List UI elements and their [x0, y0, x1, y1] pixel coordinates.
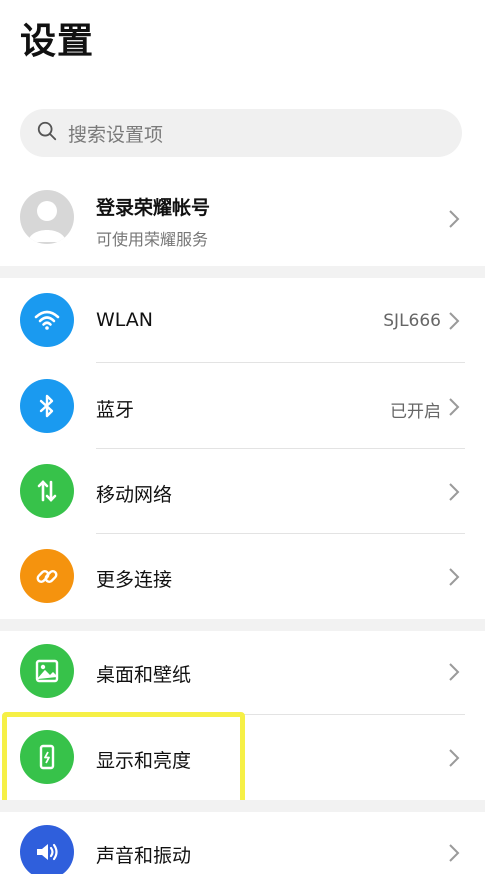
chevron-right-icon	[447, 396, 461, 418]
chevron-right-icon	[447, 481, 461, 503]
mobile-data-icon	[20, 464, 74, 518]
item-label: 更多连接	[96, 569, 173, 591]
avatar	[20, 190, 74, 244]
section-gap	[0, 800, 485, 812]
search-bar[interactable]: 搜索设置项	[20, 109, 462, 157]
search-placeholder: 搜索设置项	[68, 123, 164, 146]
chevron-right-icon	[447, 661, 461, 683]
chevron-right-icon	[447, 566, 461, 588]
page-title: 设置	[20, 21, 95, 62]
chevron-right-icon	[447, 208, 461, 230]
chevron-right-icon	[447, 747, 461, 769]
item-value: SJL666	[383, 311, 441, 331]
wallpaper-icon	[20, 644, 74, 698]
divider	[96, 533, 465, 534]
highlight-box	[2, 712, 245, 805]
section-gap	[0, 619, 485, 631]
divider	[96, 362, 465, 363]
account-title: 登录荣耀帐号	[96, 197, 211, 219]
item-value: 已开启	[390, 402, 441, 422]
item-label: WLAN	[96, 309, 154, 331]
account-subtitle: 可使用荣耀服务	[96, 230, 209, 249]
chevron-right-icon	[447, 842, 461, 864]
search-icon	[36, 120, 58, 146]
link-icon	[20, 549, 74, 603]
item-label: 桌面和壁纸	[96, 664, 192, 686]
sound-icon	[20, 825, 74, 874]
chevron-right-icon	[447, 310, 461, 332]
section-gap	[0, 266, 485, 278]
item-label: 蓝牙	[96, 399, 135, 421]
item-label: 移动网络	[96, 484, 173, 506]
bluetooth-icon	[20, 379, 74, 433]
divider	[96, 448, 465, 449]
item-label: 声音和振动	[96, 845, 192, 867]
wifi-icon	[20, 293, 74, 347]
